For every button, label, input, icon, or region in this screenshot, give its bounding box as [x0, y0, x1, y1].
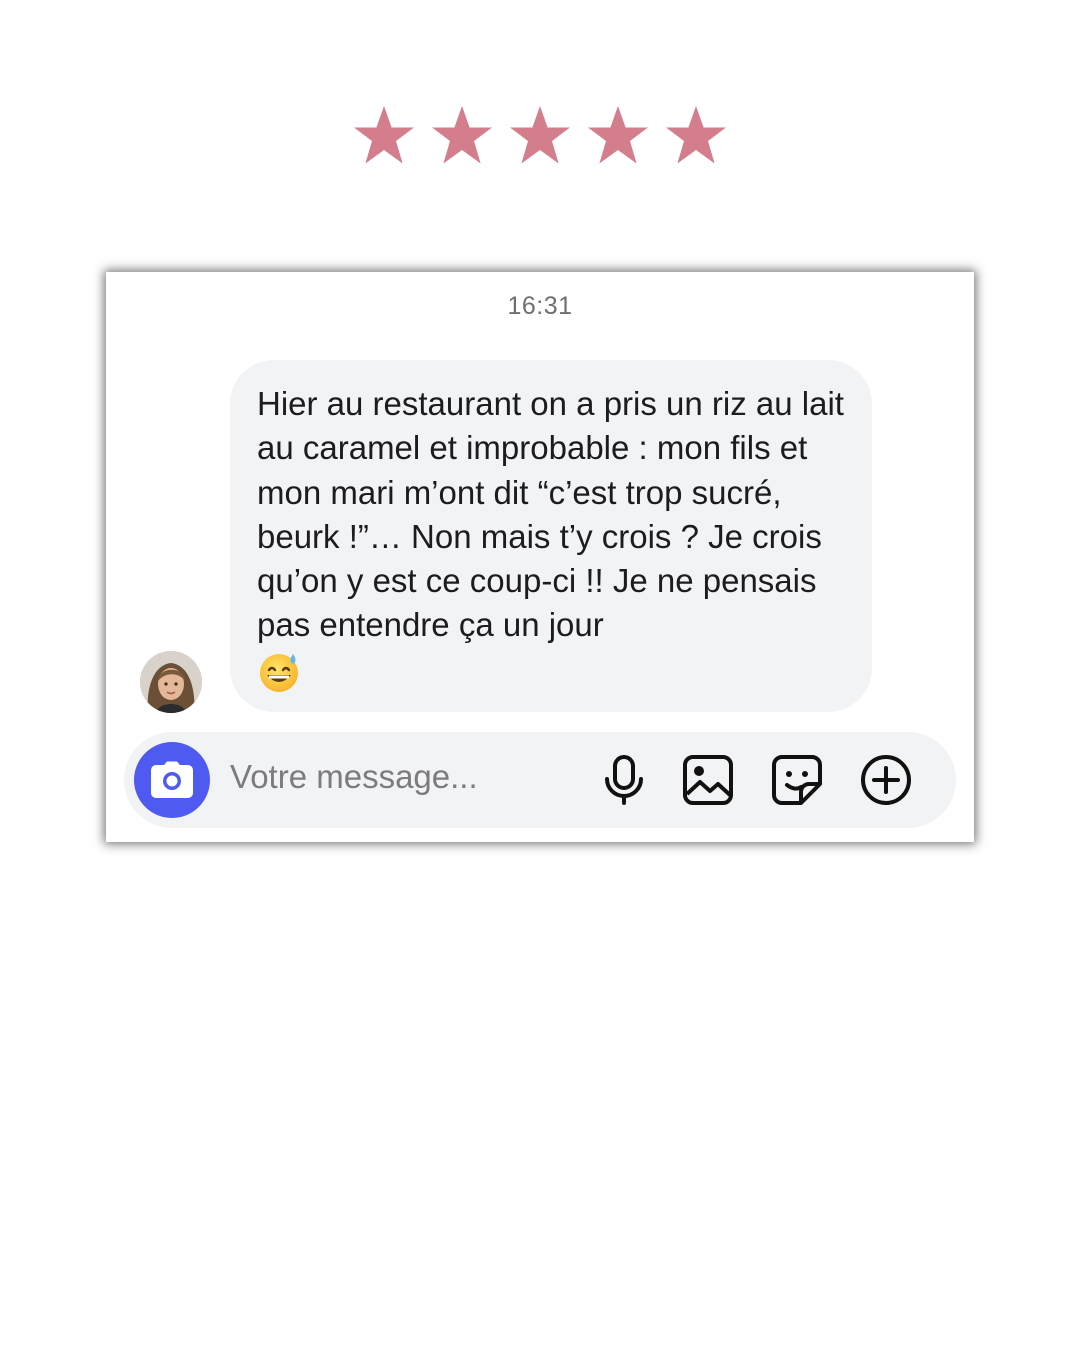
message-input[interactable]: Votre message... [230, 758, 478, 796]
message-composer: Votre message... [124, 732, 956, 828]
grinning-face-with-sweat-icon [260, 653, 298, 692]
star-icon [354, 106, 414, 164]
avatar-photo [140, 651, 202, 713]
star-icon [666, 106, 726, 164]
avatar[interactable] [140, 651, 202, 713]
message-timestamp: 16:31 [507, 292, 573, 320]
rating-stars [0, 104, 1080, 168]
star-icon [510, 106, 570, 164]
image-icon[interactable] [682, 754, 734, 806]
star-icon [588, 106, 648, 164]
message-text: Hier au restaurant on a pris un riz au l… [257, 382, 848, 697]
message-body: Hier au restaurant on a pris un riz au l… [257, 385, 844, 644]
camera-icon [151, 761, 193, 798]
camera-button[interactable] [134, 742, 210, 818]
plus-circle-icon[interactable] [860, 754, 912, 806]
star-icon [432, 106, 492, 164]
sticker-icon[interactable] [771, 754, 823, 806]
microphone-icon[interactable] [598, 754, 650, 806]
message-bubble: Hier au restaurant on a pris un riz au l… [230, 360, 872, 712]
